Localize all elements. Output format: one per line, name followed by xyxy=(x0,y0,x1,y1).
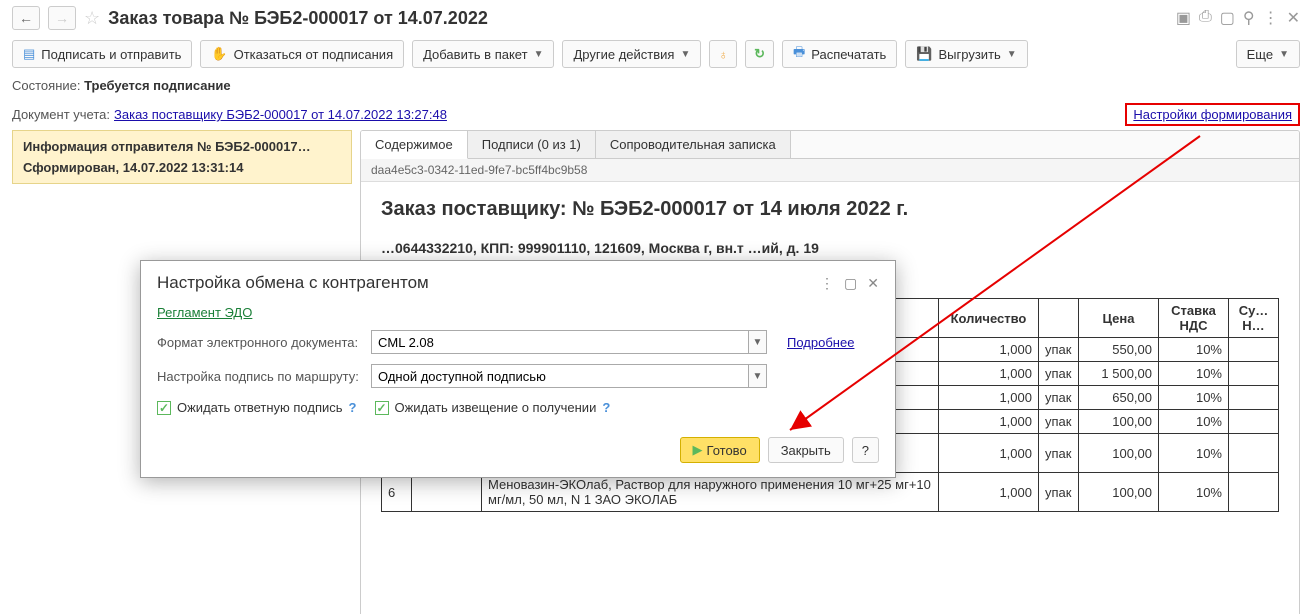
tab-content[interactable]: Содержимое xyxy=(361,131,468,159)
await-signature-label: Ожидать ответную подпись xyxy=(177,400,343,415)
stop-icon: ✋ xyxy=(211,46,227,62)
printer-icon: 🖶 xyxy=(793,43,805,65)
more-details-link[interactable]: Подробнее xyxy=(787,335,854,350)
dialog-close-icon[interactable]: ✕ xyxy=(867,275,879,292)
format-input[interactable] xyxy=(371,330,748,354)
save-icon[interactable]: ▣ xyxy=(1176,8,1191,28)
close-icon[interactable]: ✕ xyxy=(1287,8,1300,28)
more-icon[interactable]: ⋮ xyxy=(1263,8,1279,28)
refresh-button[interactable]: ↻ xyxy=(745,40,774,68)
dialog-maximize-icon[interactable]: ▢ xyxy=(844,275,857,292)
col-qty: Количество xyxy=(939,299,1039,338)
sender-info-line2: Сформирован, 14.07.2022 13:31:14 xyxy=(23,160,341,175)
col-vat: Ставка НДС xyxy=(1159,299,1229,338)
play-icon: ▶ xyxy=(693,442,703,458)
state-value: Требуется подписание xyxy=(84,78,230,93)
supplier-line: …0644332210, КПП: 999901110, 121609, Мос… xyxy=(381,239,1279,259)
export-button[interactable]: 💾 Выгрузить ▼ xyxy=(905,40,1027,68)
await-signature-checkbox[interactable]: ✓ xyxy=(157,401,171,415)
close-button[interactable]: Закрыть xyxy=(768,437,844,463)
sender-info-box: Информация отправителя № БЭБ2-000017… Сф… xyxy=(12,130,352,184)
help-button[interactable]: ? xyxy=(852,437,879,463)
chevron-down-icon: ▼ xyxy=(1007,49,1017,60)
hierarchy-button[interactable]: ♁ xyxy=(709,40,737,68)
sign-send-button[interactable]: ▤ Подписать и отправить xyxy=(12,40,192,68)
dialog-more-icon[interactable]: ⋮ xyxy=(820,275,834,292)
chevron-down-icon: ▼ xyxy=(680,49,690,60)
route-label: Настройка подпись по маршруту: xyxy=(157,369,363,384)
tab-signatures[interactable]: Подписи (0 из 1) xyxy=(468,131,596,158)
link-icon[interactable]: ⚲ xyxy=(1243,8,1255,28)
tab-note[interactable]: Сопроводительная записка xyxy=(596,131,791,158)
chevron-down-icon: ▼ xyxy=(534,49,544,60)
format-label: Формат электронного документа: xyxy=(157,335,363,350)
add-to-package-button[interactable]: Добавить в пакет ▼ xyxy=(412,40,554,68)
hint-icon-2[interactable]: ? xyxy=(602,400,610,415)
print-icon[interactable]: ⎙ xyxy=(1199,8,1212,28)
other-actions-button[interactable]: Другие действия ▼ xyxy=(562,40,701,68)
reglament-link[interactable]: Регламент ЭДО xyxy=(157,305,252,320)
guid-bar: daa4e5c3-0342-11ed-9fe7-bc5ff4bc9b58 xyxy=(361,159,1299,182)
col-price: Цена xyxy=(1079,299,1159,338)
document-link[interactable]: Заказ поставщику БЭБ2-000017 от 14.07.20… xyxy=(114,107,447,122)
favorite-star-icon[interactable]: ☆ xyxy=(84,8,100,29)
tree-icon: ♁ xyxy=(718,47,728,62)
dialog-title: Настройка обмена с контрагентом xyxy=(157,273,429,293)
document-heading: Заказ поставщику: № БЭБ2-000017 от 14 ию… xyxy=(381,198,1279,221)
hint-icon-1[interactable]: ? xyxy=(349,400,357,415)
chevron-down-icon: ▼ xyxy=(1279,49,1289,60)
await-receipt-checkbox[interactable]: ✓ xyxy=(375,401,389,415)
col-sum: Су… Н… xyxy=(1229,299,1279,338)
sender-info-line1: Информация отправителя № БЭБ2-000017… xyxy=(23,139,341,154)
refresh-icon: ↻ xyxy=(754,46,765,62)
decline-sign-button[interactable]: ✋ Отказаться от подписания xyxy=(200,40,404,68)
page-title: Заказ товара № БЭБ2-000017 от 14.07.2022 xyxy=(108,8,488,29)
route-dropdown[interactable]: ▼ xyxy=(748,364,767,388)
back-button[interactable]: ← xyxy=(12,6,40,30)
more-button[interactable]: Еще ▼ xyxy=(1236,40,1300,68)
done-button[interactable]: ▶ Готово xyxy=(680,437,760,463)
settings-link[interactable]: Настройки формирования xyxy=(1125,103,1300,126)
await-receipt-label: Ожидать извещение о получении xyxy=(395,400,597,415)
clipboard-icon[interactable]: ▢ xyxy=(1220,8,1235,28)
col-unit xyxy=(1039,299,1079,338)
route-input[interactable] xyxy=(371,364,748,388)
forward-button[interactable]: → xyxy=(48,6,76,30)
print-button[interactable]: 🖶 Распечатать xyxy=(782,40,897,68)
document-icon: ▤ xyxy=(23,46,35,62)
format-dropdown[interactable]: ▼ xyxy=(748,330,767,354)
disk-icon: 💾 xyxy=(916,46,932,62)
exchange-settings-dialog: Настройка обмена с контрагентом ⋮ ▢ ✕ Ре… xyxy=(140,260,896,478)
table-row: 6Меновазин-ЭКОлаб, Раствор для наружного… xyxy=(382,473,1279,512)
state-label: Состояние: xyxy=(12,78,84,93)
doc-label: Документ учета: xyxy=(12,107,110,122)
